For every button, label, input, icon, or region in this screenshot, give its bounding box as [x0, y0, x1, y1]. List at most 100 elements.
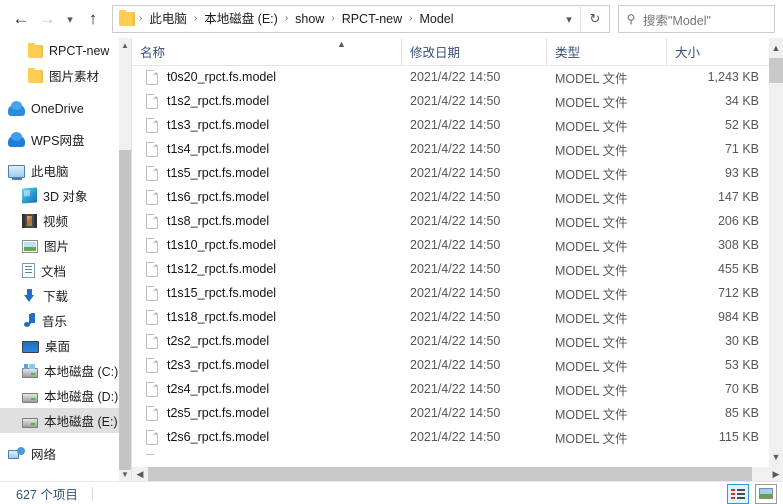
refresh-icon[interactable]: ↻: [580, 7, 609, 31]
sidebar-item-14[interactable]: 本地磁盘 (E:): [0, 408, 119, 433]
table-row[interactable]: t1s6_rpct.fs.model 2021/4/22 14:50 MODEL 文…: [132, 185, 783, 209]
back-icon[interactable]: ←: [8, 4, 34, 34]
table-row[interactable]: t1s4_rpct.fs.model 2021/4/22 14:50 MODEL 文…: [132, 137, 783, 161]
cell-name: t2s3_rpct.fs.model: [132, 357, 402, 373]
sidebar-item-label: 此电脑: [31, 165, 69, 179]
network-icon: [8, 447, 25, 461]
search-input[interactable]: ⚲ 搜索"Model": [618, 5, 775, 33]
file-size-label: 154 KB: [667, 454, 771, 455]
file-type-label: MODEL 文件: [555, 383, 628, 398]
sidebar-item-10[interactable]: 音乐: [0, 308, 119, 333]
sidebar-item-2[interactable]: OneDrive: [0, 96, 119, 121]
file-size-label: 85 KB: [724, 406, 759, 420]
chevron-down-icon[interactable]: ▾: [558, 7, 580, 31]
sidebar-item-label: RPCT-new: [49, 43, 110, 58]
sidebar-item-label: 本地磁盘 (C:): [44, 365, 119, 379]
file-icon: [146, 237, 158, 253]
table-row[interactable]: t2s3_rpct.fs.model 2021/4/22 14:50 MODEL 文…: [132, 353, 783, 377]
table-row[interactable]: t2s2_rpct.fs.model 2021/4/22 14:50 MODEL 文…: [132, 329, 783, 353]
file-type-label: MODEL 文件: [555, 215, 628, 230]
sidebar-item-6[interactable]: 视频: [0, 208, 119, 233]
file-list-vertical-scrollbar[interactable]: ▲ ▼: [769, 38, 783, 467]
file-date-label: 2021/4/22 14:50: [410, 94, 501, 108]
sidebar-item-label: 网络: [31, 448, 57, 462]
sidebar-scrollbar-thumb[interactable]: [119, 150, 131, 470]
file-size-label: 308 KB: [717, 238, 759, 252]
table-row[interactable]: t2s7_rpct.fs.model 2021/4/22 14:50MODEL 文…: [132, 449, 783, 455]
chevron-down-icon[interactable]: ▼: [119, 467, 131, 481]
sidebar-item-11[interactable]: 桌面: [0, 333, 119, 358]
file-name-label: t1s18_rpct.fs.model: [167, 310, 277, 324]
file-date-label: 2021/4/22 14:50: [410, 70, 501, 84]
download-icon: [22, 288, 37, 303]
file-date-label: 2021/4/22 14:50: [410, 430, 501, 444]
table-row[interactable]: t2s5_rpct.fs.model 2021/4/22 14:50 MODEL 文…: [132, 401, 783, 425]
file-type-label: MODEL 文件: [555, 119, 628, 134]
file-type-label: MODEL 文件: [555, 239, 628, 254]
file-rows[interactable]: t0s20_rpct.fs.model 2021/4/22 14:50 MODEL …: [132, 65, 783, 455]
chevron-up-icon[interactable]: ▲: [769, 40, 783, 56]
table-row[interactable]: t0s20_rpct.fs.model 2021/4/22 14:50 MODEL …: [132, 65, 783, 89]
file-name-label: t1s8_rpct.fs.model: [167, 214, 270, 228]
table-row[interactable]: t1s3_rpct.fs.model 2021/4/22 14:50 MODEL 文…: [132, 113, 783, 137]
column-header-name[interactable]: 名称 ▲: [132, 38, 402, 65]
file-type-label: MODEL 文件: [555, 167, 628, 182]
file-list-horizontal-scrollbar[interactable]: ◀ ▶: [132, 467, 783, 481]
chevron-up-icon[interactable]: ▲: [119, 38, 131, 52]
sidebar-item-4[interactable]: 此电脑: [0, 158, 119, 183]
breadcrumb-item-4[interactable]: Model: [416, 7, 456, 31]
sidebar-item-5[interactable]: 3D 对象: [0, 183, 119, 208]
sidebar-item-3[interactable]: WPS网盘: [0, 127, 119, 152]
file-date-label: 2021/4/22 14:50: [410, 214, 501, 228]
forward-icon[interactable]: →: [34, 4, 60, 34]
horizontal-scrollbar-thumb[interactable]: [148, 467, 752, 481]
table-row[interactable]: t2s6_rpct.fs.model 2021/4/22 14:50 MODEL 文…: [132, 425, 783, 449]
table-row[interactable]: t1s2_rpct.fs.model 2021/4/22 14:50 MODEL 文…: [132, 89, 783, 113]
chevron-down-icon[interactable]: ▼: [769, 449, 783, 465]
file-date-label: 2021/4/22 14:50: [410, 406, 501, 420]
file-size-label: 52 KB: [724, 118, 759, 132]
column-header-type[interactable]: 类型: [547, 38, 667, 65]
cell-name: t1s6_rpct.fs.model: [132, 189, 402, 205]
sidebar-item-9[interactable]: 下载: [0, 283, 119, 308]
recent-locations-chevron-down-icon[interactable]: ▾: [60, 4, 80, 34]
table-row[interactable]: t1s12_rpct.fs.model 2021/4/22 14:50 MODEL …: [132, 257, 783, 281]
music-icon: [22, 313, 36, 328]
column-header-date[interactable]: 修改日期: [402, 38, 547, 65]
sidebar-item-12[interactable]: 本地磁盘 (C:): [0, 358, 119, 383]
chevron-right-icon[interactable]: ▶: [768, 467, 783, 481]
breadcrumb-item-0[interactable]: 此电脑: [146, 7, 190, 31]
table-row[interactable]: t1s18_rpct.fs.model 2021/4/22 14:50 MODEL …: [132, 305, 783, 329]
file-date-label: 2021/4/22 14:50: [410, 262, 501, 276]
details-view-icon[interactable]: [727, 483, 749, 504]
file-date-label: 2021/4/22 14:50: [410, 166, 501, 180]
file-name-label: t1s10_rpct.fs.model: [167, 238, 277, 252]
column-header-size[interactable]: 大小: [667, 38, 771, 65]
sidebar-item-7[interactable]: 图片: [0, 233, 119, 258]
breadcrumb-item-1[interactable]: 本地磁盘 (E:): [201, 7, 281, 31]
sidebar-item-13[interactable]: 本地磁盘 (D:): [0, 383, 119, 408]
navigation-pane: RPCT-new 图片素材 OneDrive WPS网盘此电脑 3D 对象 视频 图片 文档下…: [0, 38, 131, 481]
up-icon[interactable]: ↑: [80, 4, 106, 34]
sidebar-scrollbar[interactable]: ▲ ▼: [119, 38, 131, 481]
file-date-label: 2021/4/22 14:50: [410, 334, 501, 348]
table-row[interactable]: t1s5_rpct.fs.model 2021/4/22 14:50 MODEL 文…: [132, 161, 783, 185]
breadcrumb-item-3[interactable]: RPCT-new: [339, 7, 405, 31]
table-row[interactable]: t1s10_rpct.fs.model 2021/4/22 14:50 MODEL …: [132, 233, 783, 257]
table-row[interactable]: t2s4_rpct.fs.model 2021/4/22 14:50 MODEL 文…: [132, 377, 783, 401]
file-name-label: t2s7_rpct.fs.model: [167, 454, 269, 455]
sidebar-item-0[interactable]: RPCT-new: [0, 38, 119, 63]
breadcrumb-item-2[interactable]: show: [292, 7, 327, 31]
breadcrumb[interactable]: › 此电脑 › 本地磁盘 (E:) › show › RPCT-new › Mo…: [112, 5, 610, 33]
large-icons-view-icon[interactable]: [755, 483, 777, 504]
chevron-left-icon[interactable]: ◀: [132, 467, 148, 481]
table-row[interactable]: t1s15_rpct.fs.model 2021/4/22 14:50 MODEL …: [132, 281, 783, 305]
sidebar-item-8[interactable]: 文档: [0, 258, 119, 283]
sidebar-item-1[interactable]: 图片素材: [0, 63, 119, 88]
sidebar-item-15[interactable]: 网络: [0, 441, 119, 466]
item-count-label: 627 个项目: [16, 488, 78, 502]
table-row[interactable]: t1s8_rpct.fs.model 2021/4/22 14:50 MODEL 文…: [132, 209, 783, 233]
cube-3d-icon: [22, 187, 37, 204]
file-icon: [146, 165, 158, 181]
vertical-scrollbar-thumb[interactable]: [769, 58, 783, 83]
